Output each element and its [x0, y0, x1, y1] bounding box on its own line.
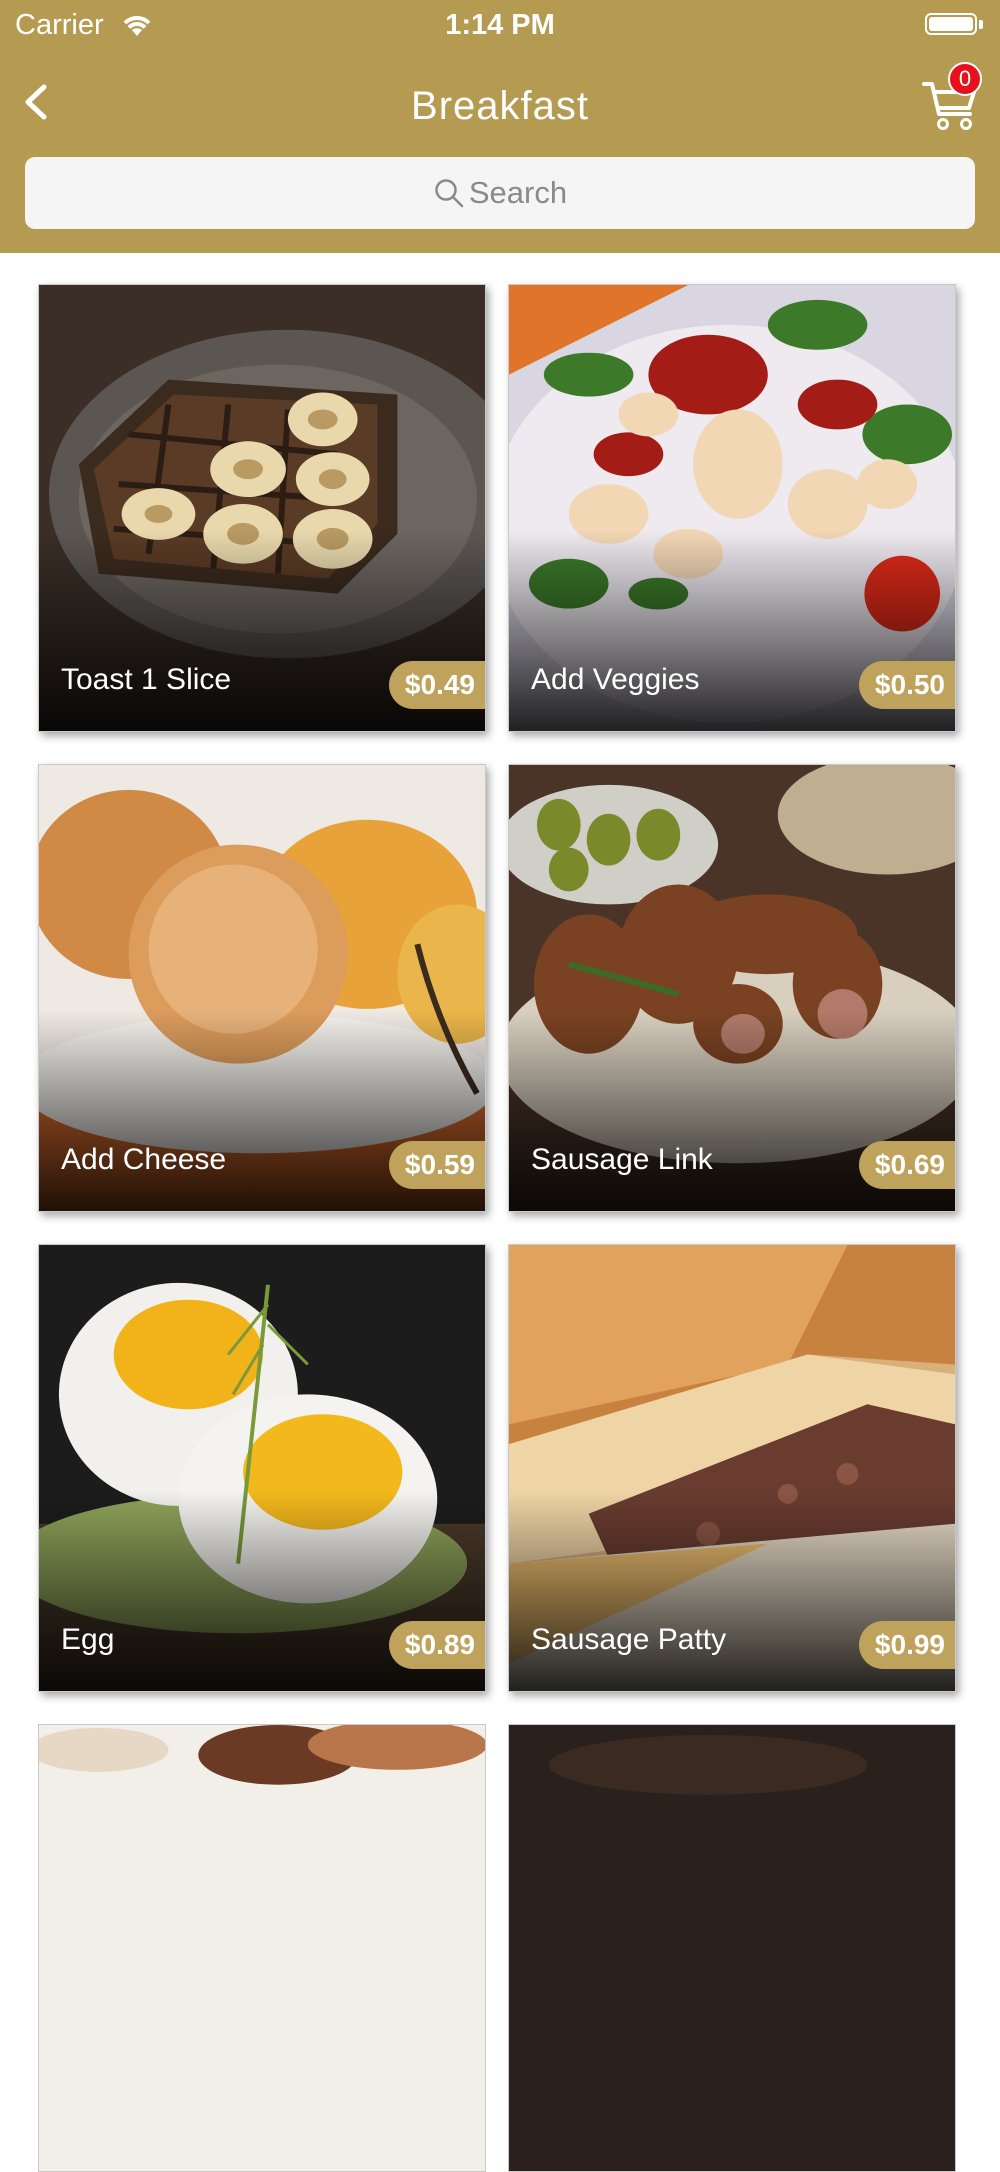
menu-item-photo [509, 1725, 955, 2171]
menu-item-name: Sausage Patty [531, 1623, 727, 1656]
menu-item-price: $0.49 [388, 661, 485, 709]
menu-item-price: $0.50 [858, 661, 955, 709]
cart-count-badge: 0 [948, 62, 982, 96]
menu-item-price: $0.89 [388, 1621, 485, 1669]
search-icon [435, 179, 464, 208]
menu-item-name: Toast 1 Slice [61, 663, 232, 696]
search-placeholder: Search [468, 175, 568, 210]
header: Carrier 1:14 PM Breakfast 0 Search [0, 0, 1000, 253]
menu-item-name: Egg [61, 1623, 115, 1656]
menu-item-card[interactable]: Add Veggies $0.50 [508, 284, 956, 732]
menu-item-card[interactable]: Add Cheese $0.59 [38, 764, 486, 1212]
menu-item-price: $0.69 [858, 1141, 955, 1189]
menu-item-price: $0.99 [858, 1621, 955, 1669]
menu-item-card[interactable]: Sausage Link $0.69 [508, 764, 956, 1212]
menu-item-name: Sausage Link [531, 1143, 713, 1176]
menu-item-name: Add Cheese [61, 1143, 227, 1176]
battery-tip [979, 20, 983, 29]
menu-item-card[interactable]: Toast 1 Slice $0.49 [38, 284, 486, 732]
battery-icon [925, 13, 977, 35]
status-time: 1:14 PM [445, 9, 555, 41]
status-bar: Carrier 1:14 PM [0, 0, 1000, 52]
menu-item-card[interactable]: Sausage Patty $0.99 [508, 1244, 956, 1692]
search-input[interactable]: Search [25, 157, 975, 229]
menu-item-photo [39, 1725, 485, 2171]
menu-item-price: $0.59 [388, 1141, 485, 1189]
page-title: Breakfast [411, 84, 589, 128]
menu-item-card[interactable] [38, 1724, 486, 2172]
menu-item-card[interactable]: Egg $0.89 [38, 1244, 486, 1692]
menu-item-name: Add Veggies [531, 663, 700, 696]
menu-item-card[interactable] [508, 1724, 956, 2172]
